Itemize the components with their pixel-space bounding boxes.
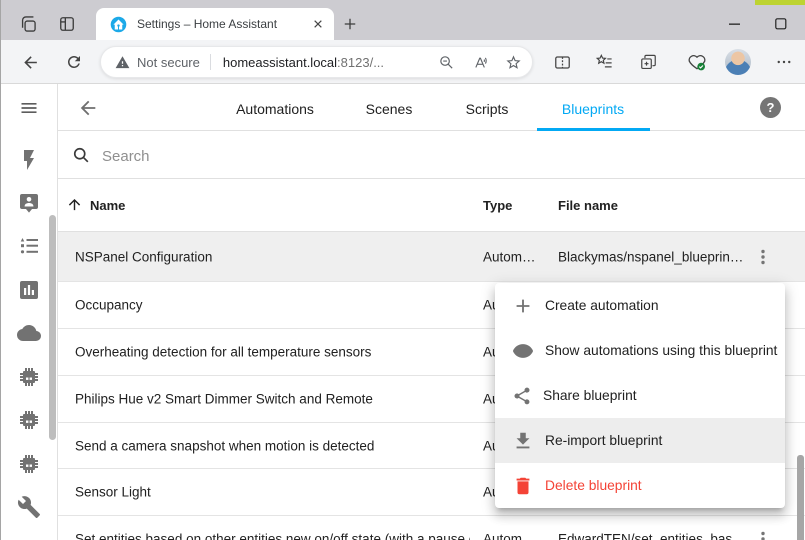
profile-avatar[interactable] (725, 49, 751, 75)
tab-title: Settings – Home Assistant (137, 17, 310, 31)
url-host: homeassistant.local (223, 55, 337, 70)
row-name: Send a camera snapshot when motion is de… (75, 438, 374, 453)
tab-scenes[interactable]: Scenes (366, 101, 413, 117)
browser-essentials-icon[interactable] (685, 50, 709, 74)
screen-share-indicator (755, 0, 805, 5)
tab-scripts[interactable]: Scripts (466, 101, 509, 117)
chip-icon[interactable] (17, 408, 41, 432)
zoom-out-icon[interactable] (438, 54, 455, 71)
row-type: Autom… (483, 249, 536, 264)
wrench-icon[interactable] (17, 495, 41, 519)
menu-item-delete-blueprint[interactable]: Delete blueprint (495, 463, 785, 508)
search-bar (58, 131, 805, 179)
history-chart-icon[interactable] (17, 278, 41, 302)
menu-item-reimport-blueprint[interactable]: Re-import blueprint (495, 418, 785, 463)
row-type: Autom… (483, 532, 536, 540)
maximize-button[interactable] (769, 12, 793, 36)
chip-icon[interactable] (17, 452, 41, 476)
column-header-name[interactable]: Name (90, 198, 125, 213)
column-header-type[interactable]: Type (483, 198, 512, 213)
browser-tab[interactable]: Settings – Home Assistant (96, 8, 334, 40)
favorite-star-icon[interactable] (505, 54, 522, 71)
more-menu-icon[interactable] (772, 50, 796, 74)
collections-icon[interactable] (636, 50, 660, 74)
blueprint-context-menu: Create automation Show automations using… (495, 283, 785, 508)
eye-icon (512, 340, 534, 362)
ha-back-icon[interactable] (76, 96, 100, 120)
trash-icon (512, 475, 534, 497)
logbook-list-icon[interactable] (17, 234, 41, 258)
ha-header (58, 84, 805, 131)
search-input[interactable] (100, 141, 754, 171)
menu-item-share-blueprint[interactable]: Share blueprint (495, 373, 785, 418)
sidebar-scrollbar[interactable] (49, 215, 56, 440)
divider (210, 54, 211, 70)
security-label[interactable]: Not secure (137, 55, 200, 70)
search-icon (71, 145, 91, 165)
plus-icon (512, 295, 534, 317)
workspaces-icon[interactable] (16, 12, 40, 36)
row-file: EdwardTEN/set_entities_bas… (558, 532, 746, 540)
row-name: Sensor Light (75, 485, 151, 500)
refresh-icon[interactable] (62, 50, 86, 74)
read-aloud-icon[interactable] (473, 54, 490, 71)
vertical-tabs-icon[interactable] (55, 12, 79, 36)
new-tab-icon[interactable] (340, 14, 360, 34)
row-overflow-menu-icon[interactable] (751, 245, 775, 269)
menu-item-show-automations[interactable]: Show automations using this blueprint (495, 328, 785, 373)
download-icon (512, 430, 534, 452)
row-name: Occupancy (75, 298, 143, 313)
row-name: Philips Hue v2 Smart Dimmer Switch and R… (75, 392, 373, 407)
row-name: Set entities based on other entities new… (75, 532, 470, 540)
page-scrollbar[interactable] (797, 455, 804, 540)
hamburger-menu-icon[interactable] (17, 96, 41, 120)
sort-ascending-icon[interactable] (66, 196, 83, 213)
column-header-file[interactable]: File name (558, 198, 618, 213)
row-name: Overheating detection for all temperatur… (75, 345, 371, 360)
table-row[interactable]: NSPanel Configuration Autom… Blackymas/n… (58, 232, 805, 282)
not-secure-warning-icon (115, 55, 130, 70)
window-edge (0, 0, 1, 540)
cloud-icon[interactable] (17, 321, 41, 345)
tab-automations[interactable]: Automations (236, 101, 314, 117)
chip-icon[interactable] (17, 365, 41, 389)
person-marker-icon[interactable] (17, 191, 41, 215)
share-icon (512, 386, 532, 406)
row-name: NSPanel Configuration (75, 249, 212, 264)
minimize-button[interactable] (723, 12, 747, 36)
row-overflow-menu-icon[interactable] (751, 527, 775, 540)
home-assistant-favicon (110, 16, 127, 33)
table-header: Name Type File name (58, 179, 805, 232)
tab-close-icon[interactable] (310, 16, 326, 32)
flash-icon[interactable] (17, 148, 41, 172)
row-file: Blackymas/nspanel_blueprin… (558, 249, 743, 264)
split-screen-icon[interactable] (550, 50, 574, 74)
url-text[interactable]: homeassistant.local:8123/... (223, 55, 429, 70)
table-row[interactable]: Set entities based on other entities new… (58, 516, 805, 540)
favorites-bar-icon[interactable] (592, 50, 616, 74)
menu-item-create-automation[interactable]: Create automation (495, 283, 785, 328)
tab-blueprints[interactable]: Blueprints (562, 101, 624, 117)
back-icon[interactable] (18, 50, 42, 74)
url-path: :8123/... (337, 55, 384, 70)
address-bar[interactable]: Not secure homeassistant.local:8123/... (100, 46, 533, 78)
help-icon[interactable]: ? (760, 97, 781, 118)
